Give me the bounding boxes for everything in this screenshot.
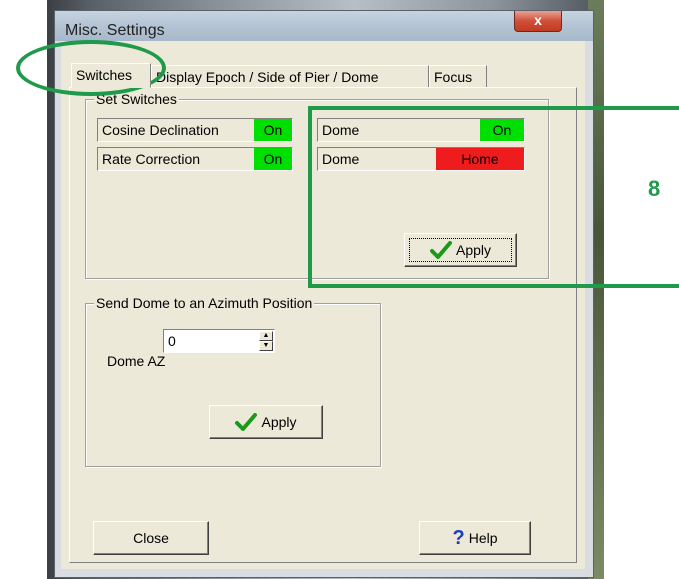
window-title: Misc. Settings [65,22,165,39]
close-button[interactable]: Close [93,521,209,555]
switch-rate-correction: Rate Correction On [97,147,293,171]
switch-state-toggle[interactable]: On [254,119,292,141]
dome-azimuth-label: Send Dome to an Azimuth Position [94,295,315,311]
tab-focus[interactable]: Focus [429,65,487,87]
spin-up-icon[interactable]: ▲ [259,331,273,341]
switch-label: Cosine Declination [102,122,219,138]
dome-switches-callout [308,106,679,288]
help-icon: ? [452,526,465,549]
switch-state-toggle[interactable]: On [254,148,292,170]
help-label: Help [468,530,498,546]
close-icon[interactable]: x [514,11,562,32]
callout-number: 8 [648,176,661,201]
dome-azimuth-group: Send Dome to an Azimuth Position [85,295,381,467]
title-bar[interactable]: Misc. Settings x [55,11,593,41]
help-button[interactable]: ? Help [419,521,531,555]
misc-settings-dialog: Misc. Settings x Switches Display Epoch … [54,10,594,578]
tab-display-epoch-side-of-pier-dome[interactable]: Display Epoch / Side of Pier / Dome [151,65,429,87]
apply-label: Apply [261,414,297,430]
switch-cosine-declination: Cosine Declination On [97,118,293,142]
switch-label: Rate Correction [102,151,201,167]
dome-az-apply-button[interactable]: Apply [209,405,323,439]
dome-az-value[interactable]: 0 [168,330,176,352]
close-label: Close [133,530,169,546]
spinner-arrows[interactable]: ▲ ▼ [259,331,273,351]
checkmark-icon [235,413,258,431]
spin-down-icon[interactable]: ▼ [259,341,273,351]
dome-az-label: Dome AZ [107,353,166,369]
dome-az-spinner[interactable]: 0 ▲ ▼ [163,329,275,353]
tab-switches[interactable]: Switches [71,63,151,88]
